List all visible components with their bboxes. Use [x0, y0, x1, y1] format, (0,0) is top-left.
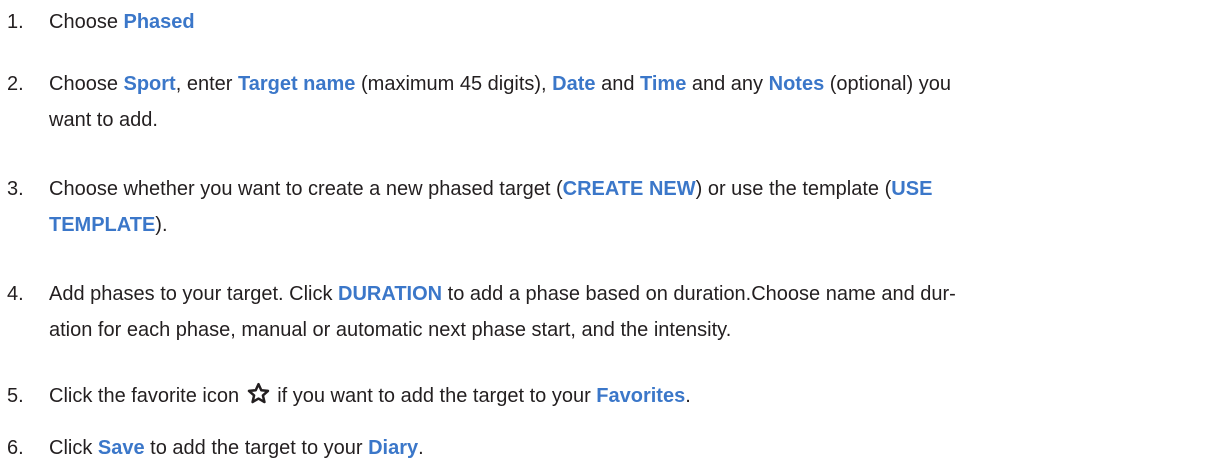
- text-run: Click: [49, 437, 98, 459]
- keyword-highlight: DURATION: [338, 283, 443, 305]
- keyword-highlight: Time: [640, 73, 687, 95]
- text-run: (maximum 45 digits),: [355, 73, 553, 95]
- text-run: if you want to add the target to your: [271, 385, 597, 407]
- text-run: ).: [155, 214, 168, 236]
- text-run: and any: [686, 73, 769, 95]
- keyword-highlight: Notes: [768, 73, 825, 95]
- step-number: 2.: [7, 73, 24, 95]
- keyword-highlight: Favorites: [596, 385, 686, 407]
- text-run: Click the favorite icon: [49, 385, 245, 407]
- keyword-highlight: Target name: [237, 73, 356, 95]
- text-run: and: [595, 73, 640, 95]
- keyword-highlight: TEMPLATE: [49, 214, 156, 236]
- keyword-highlight: Sport: [123, 73, 176, 95]
- keyword-highlight: Date: [552, 73, 596, 95]
- step-number: 1.: [7, 11, 24, 33]
- step-text: Click Save to add the target to your Dia…: [49, 430, 1199, 466]
- keyword-highlight: Save: [97, 437, 145, 459]
- step-text: Choose Sport, enter Target name (maximum…: [49, 66, 1199, 138]
- text-run: .: [418, 437, 424, 459]
- text-run: Choose whether you want to create a new …: [49, 178, 563, 200]
- step-text: Click the favorite icon if you want to a…: [49, 378, 1199, 414]
- text-run: , enter: [175, 73, 238, 95]
- text-run: to add the target to your: [144, 437, 369, 459]
- text-run: ) or use the template (: [695, 178, 892, 200]
- text-run: want to add.: [49, 109, 158, 131]
- text-run: Choose: [49, 73, 124, 95]
- text-run: Choose: [49, 11, 124, 33]
- text-run: ation for each phase, manual or automati…: [49, 319, 732, 341]
- text-run: .: [685, 385, 691, 407]
- step-text: Choose whether you want to create a new …: [49, 171, 1199, 243]
- star-icon: [247, 382, 270, 405]
- step-number: 6.: [7, 437, 24, 459]
- step-number: 5.: [7, 385, 24, 407]
- step-text: Choose Phased: [49, 4, 1199, 40]
- step-number: 3.: [7, 178, 24, 200]
- text-run: Add phases to your target. Click: [49, 283, 339, 305]
- keyword-highlight: Phased: [123, 11, 195, 33]
- keyword-highlight: CREATE NEW: [562, 178, 696, 200]
- keyword-highlight: Diary: [368, 437, 419, 459]
- text-run: (optional) you: [824, 73, 951, 95]
- step-text: Add phases to your target. Click DURATIO…: [49, 276, 1199, 348]
- step-number: 4.: [7, 283, 24, 305]
- keyword-highlight: USE: [891, 178, 933, 200]
- text-run: to add a phase based on duration.Choose …: [442, 283, 956, 305]
